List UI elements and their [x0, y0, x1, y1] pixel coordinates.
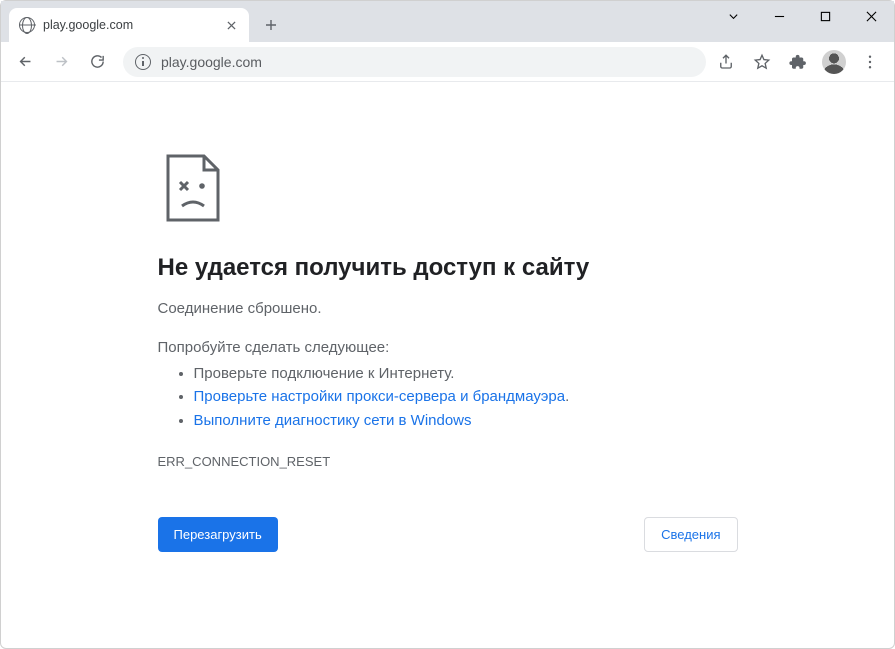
error-try-heading: Попробуйте сделать следующее: — [158, 339, 738, 356]
browser-tab[interactable]: play.google.com — [9, 8, 249, 42]
error-actions: Перезагрузить Сведения — [158, 517, 738, 552]
window-controls — [710, 1, 894, 31]
error-subtitle: Соединение сброшено. — [158, 300, 738, 317]
tab-title: play.google.com — [43, 18, 215, 32]
arrow-right-icon — [53, 53, 70, 70]
error-code: ERR_CONNECTION_RESET — [158, 454, 738, 469]
reload-button[interactable] — [81, 46, 113, 78]
error-container: Не удается получить доступ к сайту Соеди… — [158, 152, 738, 552]
diagnostics-link[interactable]: Выполните диагностику сети в Windows — [194, 412, 472, 429]
tab-close-button[interactable] — [223, 17, 239, 33]
forward-button[interactable] — [45, 46, 77, 78]
bookmark-button[interactable] — [746, 46, 778, 78]
globe-icon — [19, 17, 35, 33]
share-button[interactable] — [710, 46, 742, 78]
maximize-icon — [820, 11, 831, 22]
error-suggestion: Выполните диагностику сети в Windows — [194, 409, 738, 432]
proxy-settings-link[interactable]: Проверьте настройки прокси-сервера и бра… — [194, 388, 566, 405]
menu-button[interactable] — [854, 46, 886, 78]
back-button[interactable] — [9, 46, 41, 78]
error-suggestion: Проверьте настройки прокси-сервера и бра… — [194, 385, 738, 408]
puzzle-icon — [789, 53, 807, 71]
window-minimize-button[interactable] — [756, 1, 802, 31]
minimize-icon — [774, 11, 785, 22]
browser-title-bar: play.google.com — [1, 1, 894, 42]
address-bar[interactable]: play.google.com — [123, 47, 706, 77]
site-info-icon[interactable] — [135, 54, 151, 70]
page-content: Не удается получить доступ к сайту Соеди… — [1, 82, 894, 552]
arrow-left-icon — [17, 53, 34, 70]
window-close-button[interactable] — [848, 1, 894, 31]
details-button[interactable]: Сведения — [644, 517, 737, 552]
chevron-down-icon — [728, 11, 739, 22]
close-icon — [866, 11, 877, 22]
address-bar-text: play.google.com — [161, 54, 694, 70]
sad-page-icon — [158, 152, 230, 224]
error-suggestion: Проверьте подключение к Интернету. — [194, 362, 738, 385]
window-caret-button[interactable] — [710, 1, 756, 31]
window-maximize-button[interactable] — [802, 1, 848, 31]
star-icon — [753, 53, 771, 71]
browser-toolbar: play.google.com — [1, 42, 894, 82]
reload-icon — [89, 53, 106, 70]
new-tab-button[interactable] — [257, 11, 285, 39]
reload-page-button[interactable]: Перезагрузить — [158, 517, 278, 552]
close-icon — [227, 21, 236, 30]
error-suggestion-list: Проверьте подключение к Интернету. Прове… — [158, 362, 738, 432]
plus-icon — [265, 19, 277, 31]
dots-vertical-icon — [861, 53, 879, 71]
extensions-button[interactable] — [782, 46, 814, 78]
profile-avatar[interactable] — [822, 50, 846, 74]
share-icon — [717, 53, 735, 71]
error-title: Не удается получить доступ к сайту — [158, 254, 738, 282]
